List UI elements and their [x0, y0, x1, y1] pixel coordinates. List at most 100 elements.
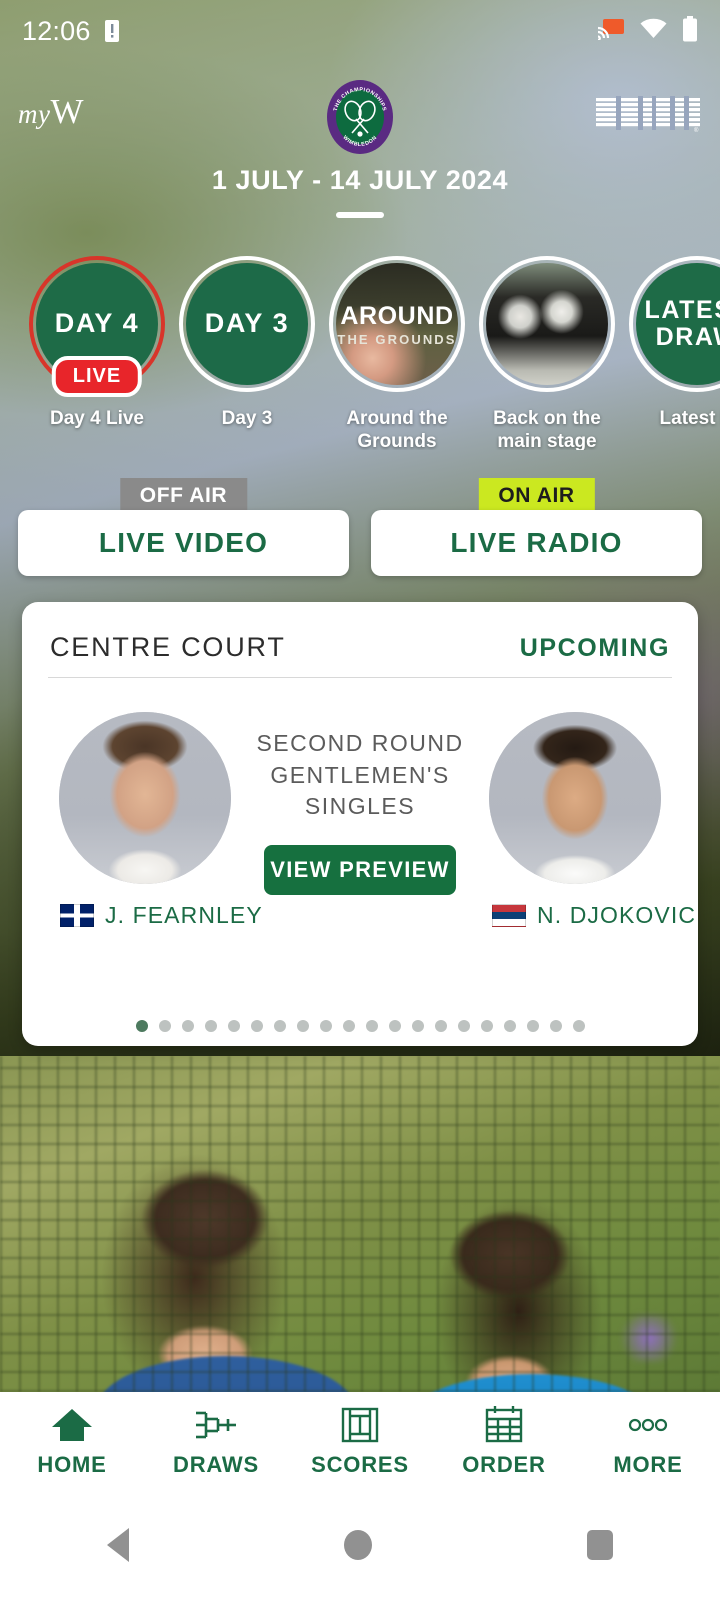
status-bar-left: 12:06 — [22, 16, 121, 47]
pagination-dot[interactable] — [549, 1020, 562, 1032]
story-ring: DAY 3 — [179, 256, 315, 392]
bottom-navigation: HOME DRAWS SCORES ORDER MORE — [0, 1392, 720, 1490]
story-ring-text: LATESTDRAW — [644, 296, 720, 351]
wimbledon-crest-icon: THE CHAMPIONSHIPS WIMBLEDON — [324, 78, 396, 156]
cast-icon — [597, 18, 625, 45]
on-air-badge: ON AIR — [478, 478, 595, 514]
story-ring — [479, 256, 615, 392]
live-media-buttons: OFF AIR LIVE VIDEO ON AIR LIVE RADIO — [0, 478, 720, 576]
story-thumbnail: LATESTDRAW — [636, 263, 720, 385]
player-one-avatar — [59, 712, 231, 884]
match-center: SECOND ROUND GENTLEMEN'S SINGLES VIEW PR… — [238, 712, 482, 896]
story-thumbnail: AROUND THE GROUNDS — [336, 263, 458, 385]
app-screen: 12:06 myW THE CHAMPIONSHIPS WIMBLEDON ® … — [0, 0, 720, 1600]
pagination-dot[interactable] — [273, 1020, 286, 1032]
player-two-avatar — [489, 712, 661, 884]
player-one-name: J. FEARNLEY — [105, 902, 263, 928]
match-status-badge: UPCOMING — [519, 634, 670, 662]
live-radio-button[interactable]: LIVE RADIO — [371, 510, 702, 576]
story-thumbnail — [486, 263, 608, 385]
pagination-dot[interactable] — [388, 1020, 401, 1032]
nav-item-home[interactable]: HOME — [0, 1404, 144, 1478]
home-icon — [51, 1404, 93, 1446]
view-preview-button[interactable]: VIEW PREVIEW — [264, 845, 456, 896]
app-header: myW THE CHAMPIONSHIPS WIMBLEDON ® 1 JULY… — [0, 70, 720, 220]
match-card[interactable]: CENTRE COURT UPCOMING J. FEARNLEY SECOND… — [22, 602, 698, 1046]
player-two-name: N. DJOKOVIC — [537, 902, 697, 928]
pagination-dot[interactable] — [158, 1020, 171, 1032]
pagination-dot[interactable] — [204, 1020, 217, 1032]
home-button[interactable] — [343, 1530, 372, 1560]
story-label: Back on the main stage — [493, 408, 601, 450]
drag-handle[interactable] — [336, 212, 384, 218]
off-air-badge: OFF AIR — [119, 478, 248, 514]
nav-label-home: HOME — [37, 1452, 107, 1477]
stories-carousel[interactable]: DAY 4 LIVE Day 4 Live DAY 3 Day 3 AROUND… — [0, 250, 720, 450]
story-label: Day 3 — [221, 408, 273, 429]
live-radio-column: ON AIR LIVE RADIO — [371, 478, 702, 576]
live-video-button[interactable]: LIVE VIDEO — [18, 510, 349, 576]
nav-label-more: MORE — [613, 1452, 683, 1477]
story-day-4-live[interactable]: DAY 4 LIVE Day 4 Live — [22, 250, 172, 450]
my-wimbledon-suffix: W — [50, 92, 85, 131]
story-latest-draw[interactable]: LATESTDRAW Latest D — [622, 250, 720, 450]
pagination-dot[interactable] — [135, 1020, 148, 1032]
flag-rs-icon — [492, 904, 526, 927]
android-navigation-bar — [0, 1490, 720, 1600]
story-ring-subtext: THE GROUNDS — [337, 331, 457, 347]
story-back-on-the-main-stage[interactable]: Back on the main stage — [472, 250, 622, 450]
pagination-dot[interactable] — [227, 1020, 240, 1032]
pagination-dot[interactable] — [342, 1020, 355, 1032]
pagination-dot[interactable] — [480, 1020, 493, 1032]
pagination-dot[interactable] — [434, 1020, 447, 1032]
pagination-dot[interactable] — [365, 1020, 378, 1032]
match-card-header: CENTRE COURT UPCOMING — [22, 602, 698, 663]
story-label: Latest D — [659, 408, 720, 429]
story-ring-text: DAY 3 — [204, 308, 290, 339]
nav-label-order: ORDER — [462, 1452, 546, 1477]
feature-photo[interactable] — [0, 1056, 720, 1392]
story-day-3[interactable]: DAY 3 Day 3 — [172, 250, 322, 450]
nav-item-order[interactable]: ORDER — [432, 1404, 576, 1478]
player-two-name-row: N. DJOKOVIC — [482, 902, 695, 929]
story-ring: AROUND THE GROUNDS — [329, 256, 465, 392]
story-ring: LATESTDRAW — [629, 256, 720, 392]
story-label: Day 4 Live — [50, 408, 144, 429]
status-bar-right — [597, 15, 698, 47]
court-icon — [339, 1404, 381, 1446]
back-button[interactable] — [107, 1528, 130, 1562]
player-one-name-row: J. FEARNLEY — [52, 902, 262, 929]
match-body: J. FEARNLEY SECOND ROUND GENTLEMEN'S SIN… — [22, 678, 698, 929]
pagination-dot[interactable] — [411, 1020, 424, 1032]
android-status-bar: 12:06 — [0, 0, 720, 62]
pagination-dot[interactable] — [526, 1020, 539, 1032]
pagination-dot[interactable] — [503, 1020, 516, 1032]
pagination-dot[interactable] — [319, 1020, 332, 1032]
nav-label-scores: SCORES — [311, 1452, 409, 1477]
bracket-icon — [194, 1404, 238, 1446]
nav-item-scores[interactable]: SCORES — [288, 1404, 432, 1478]
championship-dates: 1 JULY - 14 JULY 2024 — [211, 165, 509, 195]
pagination-dot[interactable] — [250, 1020, 263, 1032]
recents-button[interactable] — [586, 1530, 613, 1560]
my-wimbledon-logo[interactable]: myW — [18, 92, 84, 132]
nav-item-more[interactable]: MORE — [576, 1404, 720, 1478]
pagination-dot[interactable] — [296, 1020, 309, 1032]
nav-item-draws[interactable]: DRAWS — [144, 1404, 288, 1478]
battery-icon — [682, 15, 698, 47]
pagination-dot[interactable] — [572, 1020, 585, 1032]
live-badge: LIVE — [51, 356, 143, 397]
match-round-label: SECOND ROUND GENTLEMEN'S SINGLES — [256, 730, 464, 820]
carousel-pagination[interactable] — [22, 1020, 698, 1032]
svg-text:®: ® — [694, 127, 699, 134]
player-two-column: N. DJOKOVIC — [482, 712, 695, 929]
pagination-dot[interactable] — [181, 1020, 194, 1032]
story-around-the-grounds[interactable]: AROUND THE GROUNDS Around the Grounds — [322, 250, 472, 450]
ibm-logo: ® — [596, 96, 700, 134]
my-wimbledon-prefix: my — [18, 99, 51, 129]
wifi-icon — [640, 18, 667, 44]
story-thumbnail: DAY 3 — [186, 263, 308, 385]
pagination-dot[interactable] — [457, 1020, 470, 1032]
story-label: Around the Grounds — [346, 408, 448, 450]
calendar-icon — [483, 1404, 525, 1446]
